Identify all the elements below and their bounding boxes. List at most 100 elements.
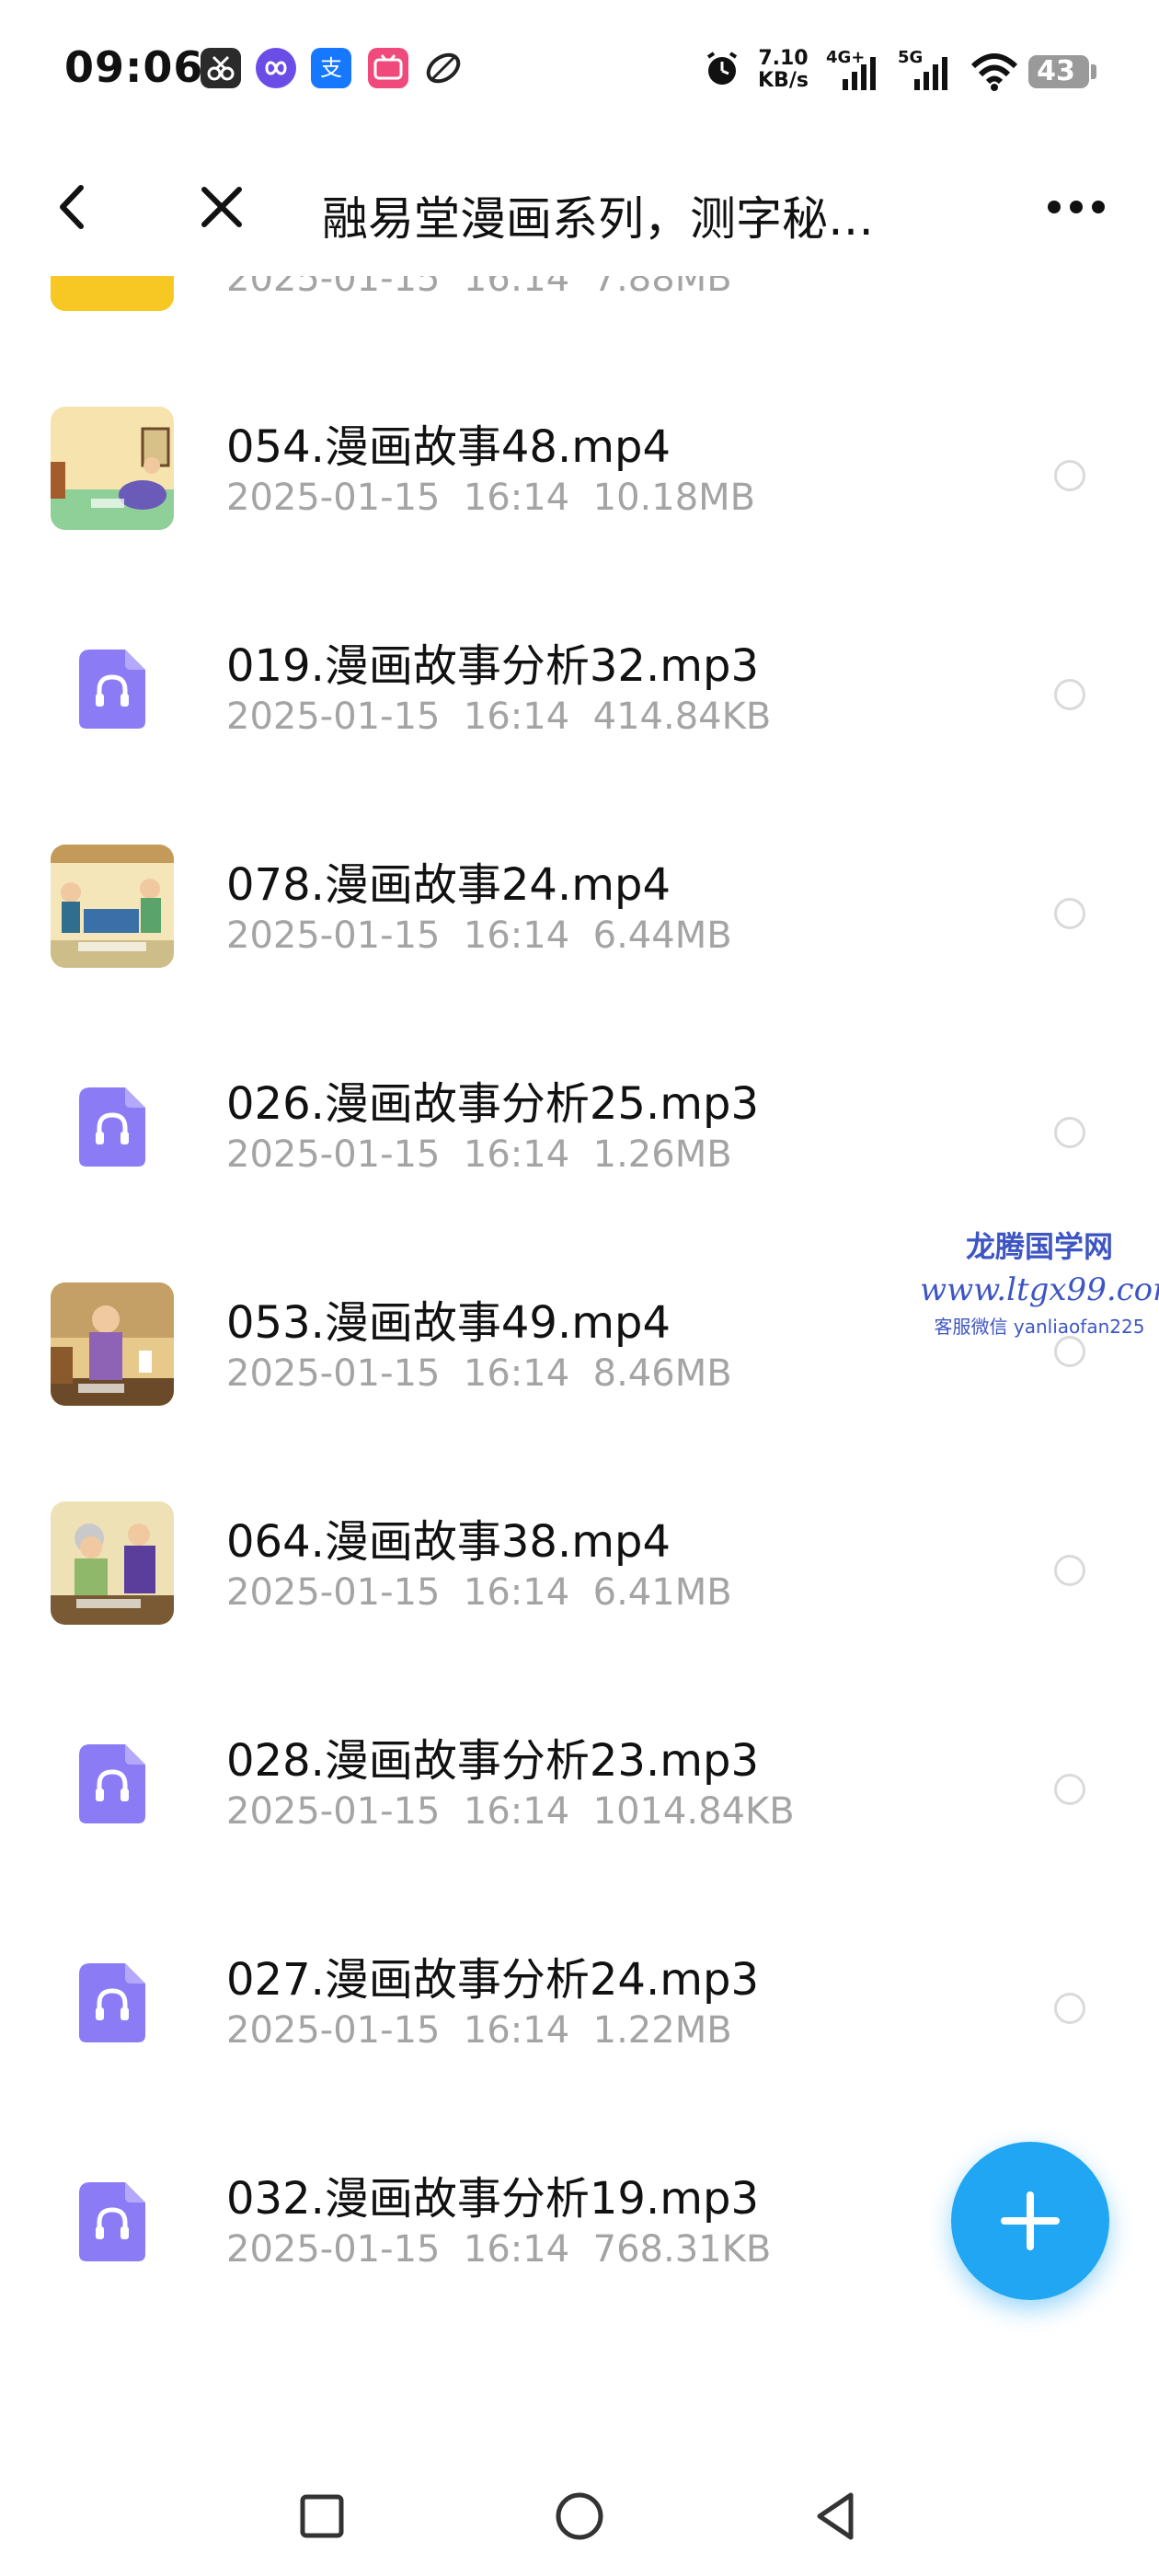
file-time: 16:14 — [463, 1790, 570, 1833]
file-size: 6.44MB — [592, 914, 732, 957]
file-size: 10.18MB — [592, 477, 756, 519]
file-date: 2025-01-15 — [226, 2009, 441, 2052]
file-size: 414.84KB — [592, 696, 772, 738]
recents-icon[interactable] — [290, 2484, 354, 2548]
signal-icon-2 — [911, 55, 953, 92]
net-speed-unit: KB/s — [758, 69, 809, 92]
plus-icon — [1001, 2191, 1060, 2250]
list-item[interactable]: 054.漫画故事48.mp4 2025-01-15 16:14 10.18MB — [0, 359, 1159, 543]
list-item[interactable]: 078.漫画故事24.mp4 2025-01-15 16:14 6.44MB — [0, 797, 1159, 981]
file-date: 2025-01-15 — [226, 1790, 441, 1833]
compass-app-icon — [423, 48, 464, 88]
watermark-title: 龙腾国学网 — [965, 1229, 1113, 1264]
video-thumbnail — [51, 1501, 174, 1625]
file-name: 064.漫画故事38.mp4 — [226, 1516, 671, 1568]
file-time: 16:14 — [463, 2009, 570, 2052]
file-time: 16:14 — [463, 1571, 570, 1614]
file-name: 054.漫画故事48.mp4 — [226, 421, 671, 473]
file-time: 16:14 — [463, 696, 570, 738]
status-time: 09:06 — [64, 42, 204, 92]
file-name: 019.漫画故事分析32.mp3 — [226, 640, 759, 692]
list-item[interactable]: 064.漫画故事38.mp4 2025-01-15 16:14 6.41MB — [0, 1454, 1159, 1638]
file-meta: 2025-01-15 16:14 8.46MB — [226, 1352, 732, 1395]
add-button[interactable] — [951, 2142, 1109, 2300]
infinity-app-icon — [256, 48, 296, 88]
file-time: 16:14 — [463, 477, 570, 519]
file-meta: 2025-01-15 16:14 1.22MB — [226, 2009, 732, 2052]
watermark: 龙腾国学网 www.ltgx99.com 客服微信 yanliaofan225 — [920, 1224, 1159, 1339]
file-name: 032.漫画故事分析19.mp3 — [226, 2173, 759, 2225]
close-icon[interactable] — [189, 175, 254, 239]
home-icon[interactable] — [547, 2484, 612, 2548]
file-name: 053.漫画故事49.mp4 — [226, 1297, 671, 1349]
audio-file-icon — [77, 648, 147, 730]
wifi-icon — [970, 52, 1019, 92]
select-radio[interactable] — [1054, 1117, 1085, 1148]
video-thumbnail — [51, 276, 174, 311]
select-radio[interactable] — [1054, 679, 1085, 710]
file-meta: 2025-01-15 16:14 414.84KB — [226, 696, 771, 738]
select-radio[interactable] — [1054, 1774, 1085, 1805]
video-thumbnail — [51, 407, 174, 530]
battery-level: 43 — [1037, 55, 1075, 87]
file-meta: 2025-01-15 16:14 6.44MB — [226, 914, 732, 957]
select-radio[interactable] — [1054, 1993, 1085, 2024]
file-meta: 2025-01-15 16:14 1.26MB — [226, 1133, 732, 1176]
file-date: 2025-01-15 — [226, 696, 441, 738]
file-meta: 2025-01-15 16:14 768.31KB — [226, 2228, 771, 2271]
top-nav-bar: 融易堂漫画系列，测字秘… — [0, 166, 1159, 248]
file-meta: 2025-01-15 16:14 7.88MB — [226, 276, 732, 300]
alarm-icon — [703, 50, 741, 88]
file-name: 028.漫画故事分析23.mp3 — [226, 1735, 759, 1787]
net-speed-value: 7.10 — [758, 47, 809, 70]
file-meta: 2025-01-15 16:14 10.18MB — [226, 477, 755, 519]
scissors-app-icon — [201, 48, 241, 88]
list-item[interactable]: 028.漫画故事分析23.mp3 2025-01-15 16:14 1014.8… — [0, 1673, 1159, 1857]
select-radio[interactable] — [1054, 1336, 1085, 1367]
file-size: 7.88MB — [592, 276, 732, 300]
more-icon[interactable] — [1039, 175, 1113, 239]
file-date: 2025-01-15 — [226, 477, 441, 519]
battery-icon: 43 — [1028, 55, 1089, 88]
list-item[interactable]: 019.漫画故事分析32.mp3 2025-01-15 16:14 414.84… — [0, 578, 1159, 762]
file-date: 2025-01-15 — [226, 1133, 441, 1176]
video-thumbnail — [51, 845, 174, 968]
file-time: 16:14 — [463, 914, 570, 957]
system-nav-bar — [0, 2447, 1159, 2576]
net-speed: 7.10 KB/s — [758, 48, 809, 92]
file-meta: 2025-01-15 16:14 1014.84KB — [226, 1790, 795, 1833]
file-size: 8.46MB — [592, 1352, 732, 1395]
back-triangle-icon[interactable] — [805, 2484, 869, 2548]
select-radio[interactable] — [1054, 1555, 1085, 1586]
file-time: 16:14 — [463, 2228, 570, 2271]
file-time: 16:14 — [463, 1352, 570, 1395]
audio-file-icon — [77, 2180, 147, 2263]
signal-icon — [839, 55, 881, 92]
alipay-app-icon: 支 — [311, 48, 351, 88]
audio-file-icon — [77, 1961, 147, 2044]
select-radio[interactable] — [1054, 460, 1085, 491]
file-date: 2025-01-15 — [226, 1571, 441, 1614]
file-name: 027.漫画故事分析24.mp3 — [226, 1954, 759, 2006]
video-thumbnail — [51, 1282, 174, 1406]
select-radio[interactable] — [1054, 898, 1085, 929]
list-item[interactable]: 027.漫画故事分析24.mp3 2025-01-15 16:14 1.22MB — [0, 1892, 1159, 2076]
file-date: 2025-01-15 — [226, 2228, 441, 2271]
file-time: 16:14 — [463, 1133, 570, 1176]
file-meta: 2025-01-15 16:14 6.41MB — [226, 1571, 732, 1614]
audio-file-icon — [77, 1742, 147, 1825]
back-icon[interactable] — [40, 175, 105, 239]
file-name: 078.漫画故事24.mp4 — [226, 859, 671, 911]
watermark-url: www.ltgx99.com — [920, 1271, 1159, 1308]
watermark-contact: 客服微信 yanliaofan225 — [934, 1316, 1145, 1338]
file-date: 2025-01-15 — [226, 914, 441, 957]
status-bar: 09:06 支 7.10 KB/s 4G+ 5G 43 — [0, 0, 1159, 138]
file-size: 1.26MB — [592, 1133, 732, 1176]
list-item[interactable]: 2025-01-15 16:14 7.88MB — [0, 276, 1159, 324]
list-item[interactable]: 026.漫画故事分析25.mp3 2025-01-15 16:14 1.26MB — [0, 1016, 1159, 1200]
file-size: 768.31KB — [592, 2228, 772, 2271]
file-size: 1014.84KB — [592, 1790, 795, 1833]
file-size: 6.41MB — [592, 1571, 732, 1614]
file-time: 16:14 — [463, 276, 570, 300]
file-name: 026.漫画故事分析25.mp3 — [226, 1078, 759, 1130]
